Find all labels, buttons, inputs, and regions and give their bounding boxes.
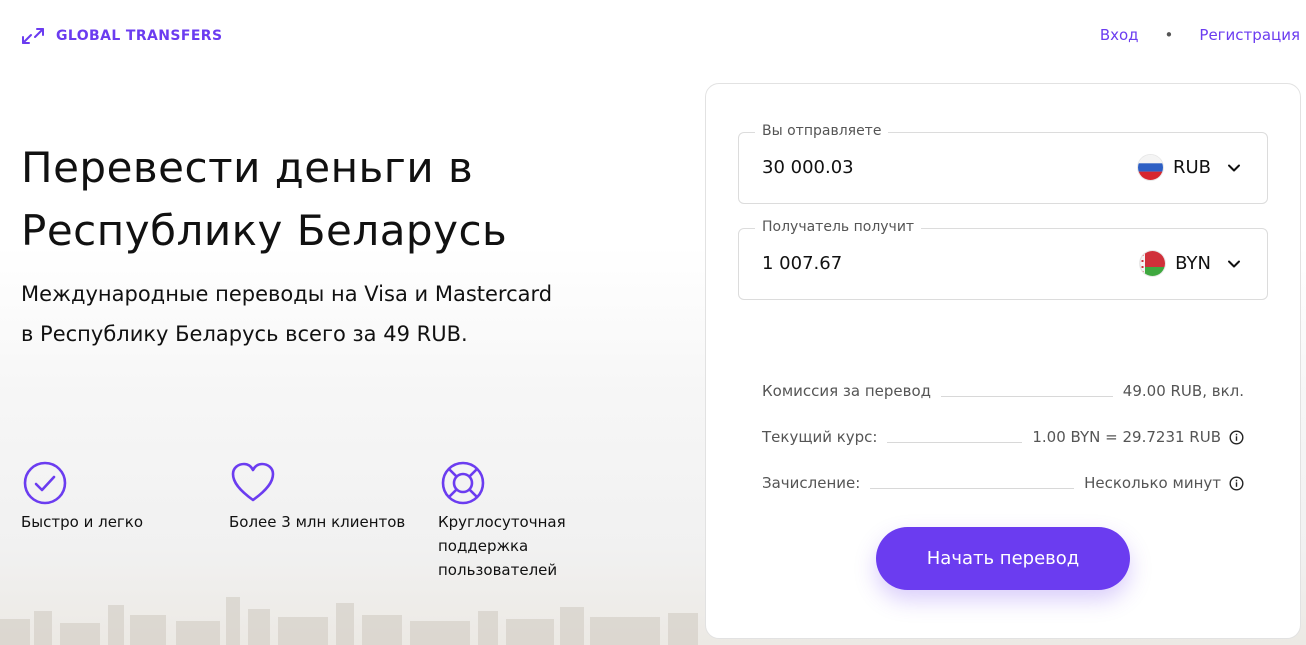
nav-separator: • bbox=[1164, 26, 1174, 44]
rate-row: Текущий курс: 1.00 BYN = 29.7231 RUB bbox=[762, 428, 1244, 446]
start-transfer-button[interactable]: Начать перевод bbox=[876, 527, 1130, 590]
receive-legend: Получатель получит bbox=[755, 219, 922, 235]
page-title: Перевести деньги в Республику Беларусь bbox=[21, 136, 641, 262]
chevron-down-icon bbox=[1228, 164, 1240, 171]
hero-section: Перевести деньги в Республику Беларусь М… bbox=[21, 136, 641, 354]
feature-label: Более 3 млн клиентов bbox=[229, 513, 406, 531]
rate-label: Текущий курс: bbox=[762, 428, 878, 446]
receive-amount-value[interactable]: 1 007.67 bbox=[762, 253, 842, 274]
eta-value-text: Несколько минут bbox=[1084, 474, 1221, 492]
eta-row: Зачисление: Несколько минут bbox=[762, 474, 1244, 492]
feature-label: Круглосуточная поддержка пользователей bbox=[438, 513, 566, 579]
send-currency-code: RUB bbox=[1172, 157, 1211, 178]
register-link[interactable]: Регистрация bbox=[1199, 26, 1300, 44]
fee-value: 49.00 RUB, вкл. bbox=[1123, 382, 1244, 400]
send-currency-select[interactable]: RUB bbox=[1137, 155, 1241, 180]
russia-flag-icon bbox=[1137, 155, 1163, 180]
lifebuoy-icon bbox=[441, 461, 485, 505]
receive-currency-code: BYN bbox=[1175, 253, 1211, 274]
auth-nav: Вход • Регистрация bbox=[1100, 26, 1300, 44]
logo-text: GLOBAL TRANSFERS bbox=[56, 28, 223, 44]
belarus-flag-icon bbox=[1140, 251, 1166, 276]
feature-fast: Быстро и легко bbox=[21, 460, 181, 534]
feature-label: Быстро и легко bbox=[21, 513, 144, 531]
transfer-arrows-icon bbox=[22, 28, 44, 44]
eta-label: Зачисление: bbox=[762, 474, 861, 492]
fee-row: Комиссия за перевод 49.00 RUB, вкл. bbox=[762, 382, 1244, 400]
info-icon[interactable] bbox=[1229, 475, 1244, 491]
title-line-1: Перевести деньги в bbox=[21, 143, 474, 192]
send-legend: Вы отправляете bbox=[755, 123, 889, 139]
dotted-leader bbox=[887, 441, 1023, 443]
fee-label: Комиссия за перевод bbox=[762, 382, 932, 400]
dotted-leader bbox=[870, 487, 1075, 489]
title-line-2: Республику Беларусь bbox=[21, 206, 508, 255]
site-header: GLOBAL TRANSFERS Вход • Регистрация bbox=[0, 0, 1306, 72]
transfer-calculator: Вы отправляете 30 000.03 RUB Получатель … bbox=[705, 83, 1301, 639]
check-circle-icon bbox=[23, 461, 67, 505]
chevron-down-icon bbox=[1228, 260, 1240, 267]
hero-subtitle: Международные переводы на Visa и Masterc… bbox=[21, 282, 553, 346]
feature-support: Круглосуточная поддержка пользователей bbox=[438, 460, 598, 582]
feature-clients: Более 3 млн клиентов bbox=[229, 460, 419, 534]
send-amount-field[interactable]: Вы отправляете 30 000.03 RUB bbox=[738, 123, 1268, 204]
receive-currency-select[interactable]: BYN bbox=[1140, 251, 1241, 276]
login-link[interactable]: Вход bbox=[1100, 26, 1139, 44]
rate-value: 1.00 BYN = 29.7231 RUB bbox=[1032, 428, 1244, 446]
info-icon[interactable] bbox=[1229, 429, 1244, 445]
dotted-leader bbox=[941, 395, 1113, 397]
fee-value-text: 49.00 RUB, вкл. bbox=[1122, 382, 1244, 400]
rate-value-text: 1.00 BYN = 29.7231 RUB bbox=[1032, 428, 1221, 446]
heart-icon bbox=[231, 462, 275, 502]
send-amount-value[interactable]: 30 000.03 bbox=[762, 157, 854, 178]
receive-amount-field[interactable]: Получатель получит 1 007.67 BYN bbox=[738, 219, 1268, 300]
eta-value: Несколько минут bbox=[1084, 474, 1244, 492]
logo[interactable]: GLOBAL TRANSFERS bbox=[20, 26, 222, 46]
